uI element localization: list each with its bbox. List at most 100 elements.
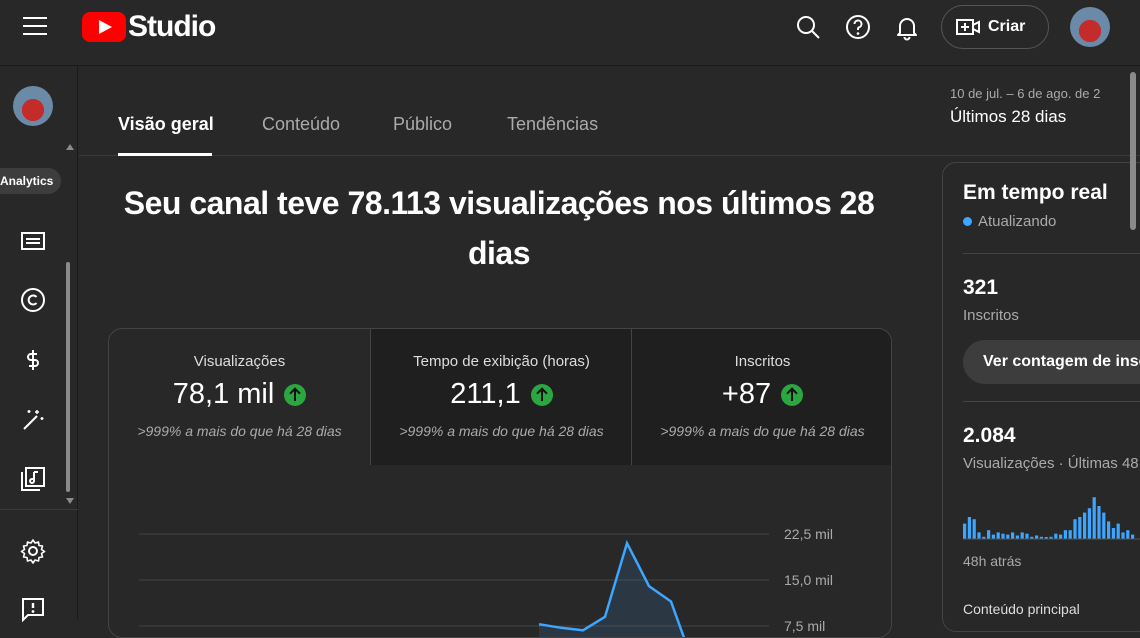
- arrow-up-icon: [284, 383, 307, 406]
- channel-avatar[interactable]: [13, 86, 53, 126]
- arrow-up-icon: [781, 383, 804, 406]
- realtime-bar: [1107, 521, 1111, 539]
- realtime-bar: [972, 519, 976, 539]
- realtime-bar: [996, 532, 1000, 539]
- realtime-bar: [963, 523, 967, 539]
- realtime-bar: [1006, 534, 1010, 539]
- divider: [963, 401, 1140, 402]
- scroll-up-icon[interactable]: [66, 144, 74, 150]
- metric-value: 78,1 mil: [172, 378, 275, 410]
- top-bar: Studio Criar: [0, 0, 1140, 66]
- page-headline: Seu canal teve 78.113 visualizações nos …: [123, 185, 875, 271]
- realtime-title: Em tempo real: [963, 181, 1108, 204]
- app-name: Studio: [128, 10, 216, 43]
- tab-trends[interactable]: Tendências: [507, 114, 598, 135]
- realtime-bar: [987, 530, 991, 539]
- date-range-selector[interactable]: 10 de jul. – 6 de ago. de 2 Últimos 28 d…: [950, 86, 1130, 127]
- live-dot-icon: [963, 217, 972, 226]
- views-chart[interactable]: 22,5 mil 15,0 mil 7,5 mil: [109, 465, 892, 638]
- view-realtime-subscribers-button[interactable]: Ver contagem de inscritos em tempo real: [963, 340, 1140, 384]
- top-content-label: Conteúdo principal: [963, 601, 1080, 617]
- realtime-bar: [1025, 533, 1029, 539]
- search-icon[interactable]: [793, 12, 823, 42]
- main-content: Visão geral Conteúdo Público Tendências …: [79, 66, 1140, 638]
- realtime-card: Em tempo real Atualizando 321 Inscritos …: [942, 162, 1140, 632]
- feedback-icon[interactable]: [20, 596, 46, 622]
- settings-icon[interactable]: [20, 538, 46, 564]
- realtime-bar: [1126, 530, 1130, 539]
- customization-icon[interactable]: [20, 407, 46, 433]
- realtime-bar: [991, 534, 995, 539]
- add-video-icon: [956, 19, 980, 35]
- metric-value: 211,1: [450, 378, 521, 410]
- create-button[interactable]: Criar: [941, 5, 1049, 49]
- scroll-down-icon[interactable]: [66, 498, 74, 504]
- studio-logo[interactable]: Studio: [82, 10, 216, 44]
- realtime-status: Atualizando: [978, 213, 1057, 230]
- series-area: [539, 543, 684, 637]
- analytics-tabs: Visão geral Conteúdo Público Tendências …: [79, 66, 1140, 156]
- account-avatar[interactable]: [1070, 7, 1110, 47]
- date-range-dates: 10 de jul. – 6 de ago. de 2: [950, 86, 1101, 101]
- tab-audience[interactable]: Público: [393, 114, 452, 135]
- realtime-bar: [1011, 532, 1015, 539]
- sidebar-divider: [0, 509, 78, 510]
- metric-label: Tempo de exibição (horas): [413, 353, 590, 370]
- realtime-bar-chart[interactable]: [963, 493, 1140, 541]
- tab-content[interactable]: Conteúdo: [262, 114, 340, 135]
- youtube-logo-icon: [82, 12, 126, 42]
- tab-overview[interactable]: Visão geral: [118, 114, 214, 135]
- metric-label: Inscritos: [734, 353, 791, 370]
- realtime-views-label: Visualizações · Últimas 48 horas: [963, 455, 1140, 472]
- metric-comparison: >999% a mais do que há 28 dias: [660, 423, 865, 439]
- date-range-period: Últimos 28 dias: [950, 107, 1067, 126]
- realtime-bar: [1059, 534, 1063, 539]
- realtime-bar: [1073, 519, 1077, 539]
- realtime-bar: [1116, 523, 1120, 539]
- help-icon[interactable]: [843, 12, 873, 42]
- metric-value: +87: [721, 378, 772, 410]
- copyright-icon[interactable]: [20, 287, 46, 313]
- realtime-bar: [1001, 533, 1005, 539]
- y-tick-label: 7,5 mil: [784, 618, 825, 634]
- realtime-views-count: 2.084: [963, 424, 1016, 447]
- realtime-bar: [1083, 512, 1087, 539]
- subtitles-icon[interactable]: [20, 228, 46, 254]
- sidebar: Analytics: [0, 66, 78, 622]
- metric-card-views[interactable]: Visualizações 78,1 mil >999% a mais do q…: [109, 329, 370, 465]
- main-scrollbar[interactable]: [1130, 72, 1136, 230]
- active-tab-indicator: [118, 153, 212, 156]
- notifications-icon[interactable]: [892, 12, 922, 42]
- realtime-bar: [1092, 497, 1096, 539]
- realtime-bar: [1111, 528, 1115, 539]
- metric-label: Visualizações: [193, 353, 286, 370]
- realtime-bar: [1068, 530, 1072, 539]
- arrow-up-icon: [530, 383, 553, 406]
- realtime-axis-label: 48h atrás: [963, 553, 1022, 569]
- sidebar-scrollbar[interactable]: [66, 262, 70, 492]
- divider: [963, 253, 1140, 254]
- realtime-bar: [1035, 535, 1039, 539]
- metric-card-watch-time[interactable]: Tempo de exibição (horas) 211,1 >999% a …: [371, 329, 632, 465]
- create-button-label: Criar: [988, 18, 1026, 35]
- metrics-panel: Visualizações 78,1 mil >999% a mais do q…: [108, 328, 892, 638]
- realtime-bar: [1097, 506, 1101, 539]
- y-tick-label: 22,5 mil: [784, 526, 833, 542]
- monetization-icon[interactable]: [20, 347, 46, 373]
- realtime-bar: [1078, 517, 1082, 539]
- metric-comparison: >999% a mais do que há 28 dias: [137, 423, 342, 439]
- realtime-bar: [1131, 534, 1135, 539]
- metric-card-subscribers[interactable]: Inscritos +87 >999% a mais do que há 28 …: [632, 329, 891, 465]
- menu-icon[interactable]: [23, 17, 47, 35]
- audio-library-icon[interactable]: [20, 466, 46, 492]
- realtime-bar: [1102, 512, 1106, 539]
- realtime-bar: [1020, 532, 1024, 539]
- realtime-subscribers-count: 321: [963, 276, 999, 299]
- realtime-bar: [977, 532, 981, 539]
- realtime-bar: [967, 517, 971, 539]
- realtime-bar: [1015, 535, 1019, 539]
- realtime-bar: [1054, 533, 1058, 539]
- sidebar-item-analytics[interactable]: Analytics: [0, 168, 62, 194]
- realtime-subscribers-label: Inscritos: [963, 307, 1019, 324]
- realtime-bar: [1087, 508, 1091, 539]
